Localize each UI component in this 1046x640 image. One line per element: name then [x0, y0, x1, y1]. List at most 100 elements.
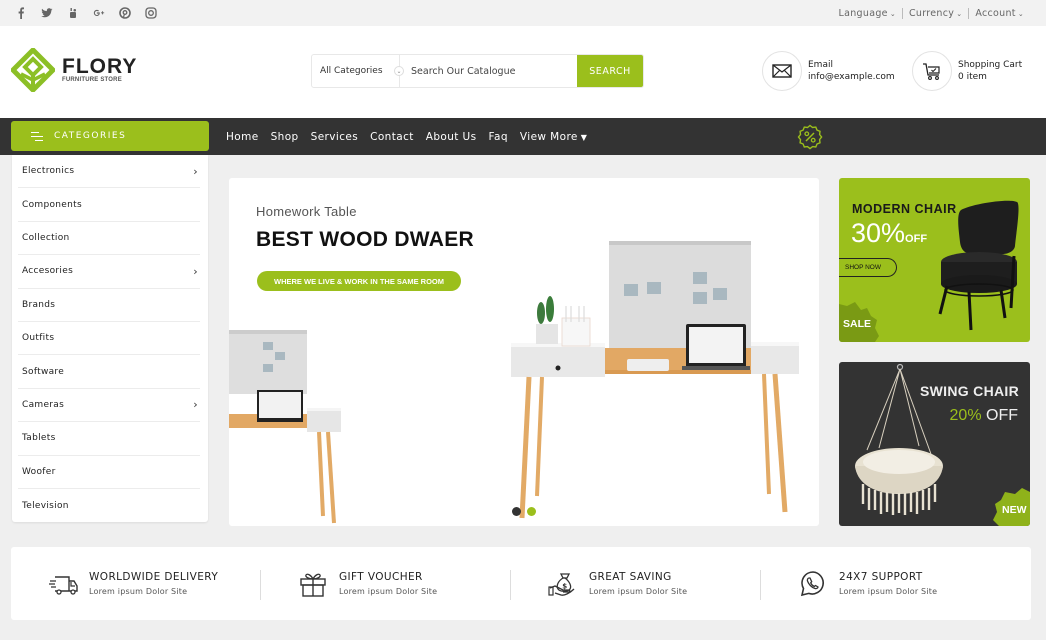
hero-tagline-button[interactable]: WHERE WE LIVE & WORK IN THE SAME ROOM [257, 271, 461, 291]
slider-dot-1[interactable] [512, 507, 521, 516]
main-nav: CATEGORIES Home Shop Services Contact Ab… [0, 118, 1046, 155]
caret-down-icon: ▼ [580, 132, 588, 142]
email-info[interactable]: Email info@example.com [762, 51, 895, 91]
category-label: Brands [22, 299, 56, 310]
category-item-television[interactable]: Television [18, 489, 200, 522]
instagram-icon[interactable] [144, 7, 157, 20]
category-list: Electronics › Components Collection Accesori… [12, 155, 208, 522]
feature-gift-voucher[interactable]: GIFT VOUCHER Lorem ipsum Dolor Site [261, 547, 511, 620]
money-bag-icon: $ [548, 572, 575, 596]
banner-discount: 30%OFF [851, 218, 928, 248]
chevron-down-icon: ⌄ [889, 9, 896, 18]
feature-title: GIFT VOUCHER [339, 571, 423, 583]
category-item-outfits[interactable]: Outfits [18, 322, 200, 356]
category-item-brands[interactable]: Brands [18, 289, 200, 322]
currency-dropdown[interactable]: Currency ⌄ [903, 8, 968, 19]
feature-title: WORLDWIDE DELIVERY [89, 571, 219, 583]
feature-24x7-support[interactable]: 24X7 SUPPORT Lorem ipsum Dolor Site [761, 547, 1011, 620]
google-plus-icon[interactable] [92, 7, 105, 20]
nav-services[interactable]: Services [311, 131, 358, 143]
nav-home[interactable]: Home [226, 131, 259, 143]
category-select[interactable]: All Categories ⌄ [312, 55, 404, 87]
envelope-icon [772, 64, 792, 78]
cart-icon [923, 63, 940, 80]
whatsapp-icon [800, 570, 824, 596]
chevron-right-icon: › [193, 264, 198, 278]
discount-badge-icon[interactable] [797, 124, 823, 150]
nav-links: Home Shop Services Contact About Us Faq … [226, 118, 587, 155]
banner-discount: 20% OFF [949, 407, 1018, 424]
features-strip: WORLDWIDE DELIVERY Lorem ipsum Dolor Sit… [11, 547, 1031, 620]
header: FLORY FURNITURE STORE All Categories ⌄ S… [0, 26, 1046, 118]
facebook-icon[interactable] [14, 7, 27, 20]
cart-label: Shopping Cart [958, 60, 1023, 70]
search-button[interactable]: SEARCH [577, 55, 643, 87]
banner-title: MODERN CHAIR [852, 202, 957, 216]
feature-great-saving[interactable]: $ GREAT SAVING Lorem ipsum Dolor Site [511, 547, 761, 620]
chevron-down-icon: ⌄ [394, 66, 404, 76]
account-dropdown[interactable]: Account ⌄ [969, 8, 1030, 19]
category-item-woofer[interactable]: Woofer [18, 456, 200, 489]
delivery-truck-icon [49, 575, 78, 595]
cart-info[interactable]: Shopping Cart 0 item [912, 51, 1022, 91]
category-item-electronics[interactable]: Electronics › [18, 155, 200, 189]
banner-title: SWING CHAIR [920, 383, 1019, 399]
category-label: Electronics [22, 166, 75, 177]
feature-title: 24X7 SUPPORT [839, 571, 923, 583]
language-dropdown[interactable]: Language ⌄ [833, 8, 902, 19]
category-label: Software [22, 366, 65, 377]
top-bar: Language ⌄ Currency ⌄ Account ⌄ [0, 0, 1046, 26]
top-links: Language ⌄ Currency ⌄ Account ⌄ [833, 0, 1030, 26]
nav-contact[interactable]: Contact [370, 131, 414, 143]
category-item-tablets[interactable]: Tablets [18, 422, 200, 456]
pinterest-icon[interactable] [118, 7, 131, 20]
cart-count: 0 item [958, 72, 987, 82]
category-item-accesories[interactable]: Accesories › [18, 255, 200, 289]
nav-view-more[interactable]: View More ▼ [520, 131, 587, 143]
slider-dot-2[interactable] [527, 507, 536, 516]
categories-toggle-button[interactable]: CATEGORIES [11, 121, 209, 151]
brand-name: FLORY [62, 55, 138, 78]
category-label: Accesories [22, 266, 74, 277]
category-item-software[interactable]: Software [18, 355, 200, 389]
swing-chair-banner[interactable]: SWING CHAIR 20% OFF NEW [839, 362, 1030, 526]
new-badge: NEW [1002, 504, 1027, 516]
shop-now-button[interactable]: SHOP NOW [839, 258, 897, 277]
feature-subtitle: Lorem ipsum Dolor Site [339, 587, 438, 596]
search-input[interactable] [400, 55, 577, 87]
category-label: Components [22, 199, 82, 210]
category-label: Woofer [22, 466, 56, 477]
chevron-down-icon: ⌄ [1017, 9, 1024, 18]
category-item-collection[interactable]: Collection [18, 222, 200, 256]
nav-shop[interactable]: Shop [271, 131, 299, 143]
category-item-cameras[interactable]: Cameras › [18, 389, 200, 423]
slider-dots [512, 507, 536, 516]
feature-worldwide-delivery[interactable]: WORLDWIDE DELIVERY Lorem ipsum Dolor Sit… [11, 547, 261, 620]
feature-title: GREAT SAVING [589, 571, 672, 583]
hero-title: BEST WOOD DWAER [256, 228, 474, 251]
feature-subtitle: Lorem ipsum Dolor Site [839, 587, 938, 596]
category-label: Tablets [22, 433, 56, 444]
category-label: Outfits [22, 333, 55, 344]
email-value: info@example.com [808, 72, 895, 82]
search-bar: All Categories ⌄ SEARCH [311, 54, 644, 88]
email-label: Email [808, 60, 833, 70]
feature-subtitle: Lorem ipsum Dolor Site [89, 587, 188, 596]
twitter-icon[interactable] [40, 7, 53, 20]
youtube-icon[interactable] [66, 7, 79, 20]
sale-badge: SALE [843, 318, 872, 330]
logo-diamond-icon [11, 48, 55, 92]
menu-icon [31, 129, 43, 144]
nav-about-us[interactable]: About Us [426, 131, 477, 143]
chevron-right-icon: › [193, 164, 198, 178]
nav-faq[interactable]: Faq [489, 131, 508, 143]
hero-pretitle: Homework Table [256, 204, 357, 219]
chevron-down-icon: ⌄ [956, 9, 963, 18]
category-item-components[interactable]: Components [18, 188, 200, 222]
modern-chair-banner[interactable]: MODERN CHAIR 30%OFF SHOP NOW SALE [839, 178, 1030, 342]
logo[interactable]: FLORY FURNITURE STORE [11, 48, 137, 92]
hero-slider: Homework Table BEST WOOD DWAER WHERE WE … [229, 178, 819, 526]
category-label: Collection [22, 232, 70, 243]
chevron-right-icon: › [193, 398, 198, 412]
category-label: Television [22, 500, 69, 511]
